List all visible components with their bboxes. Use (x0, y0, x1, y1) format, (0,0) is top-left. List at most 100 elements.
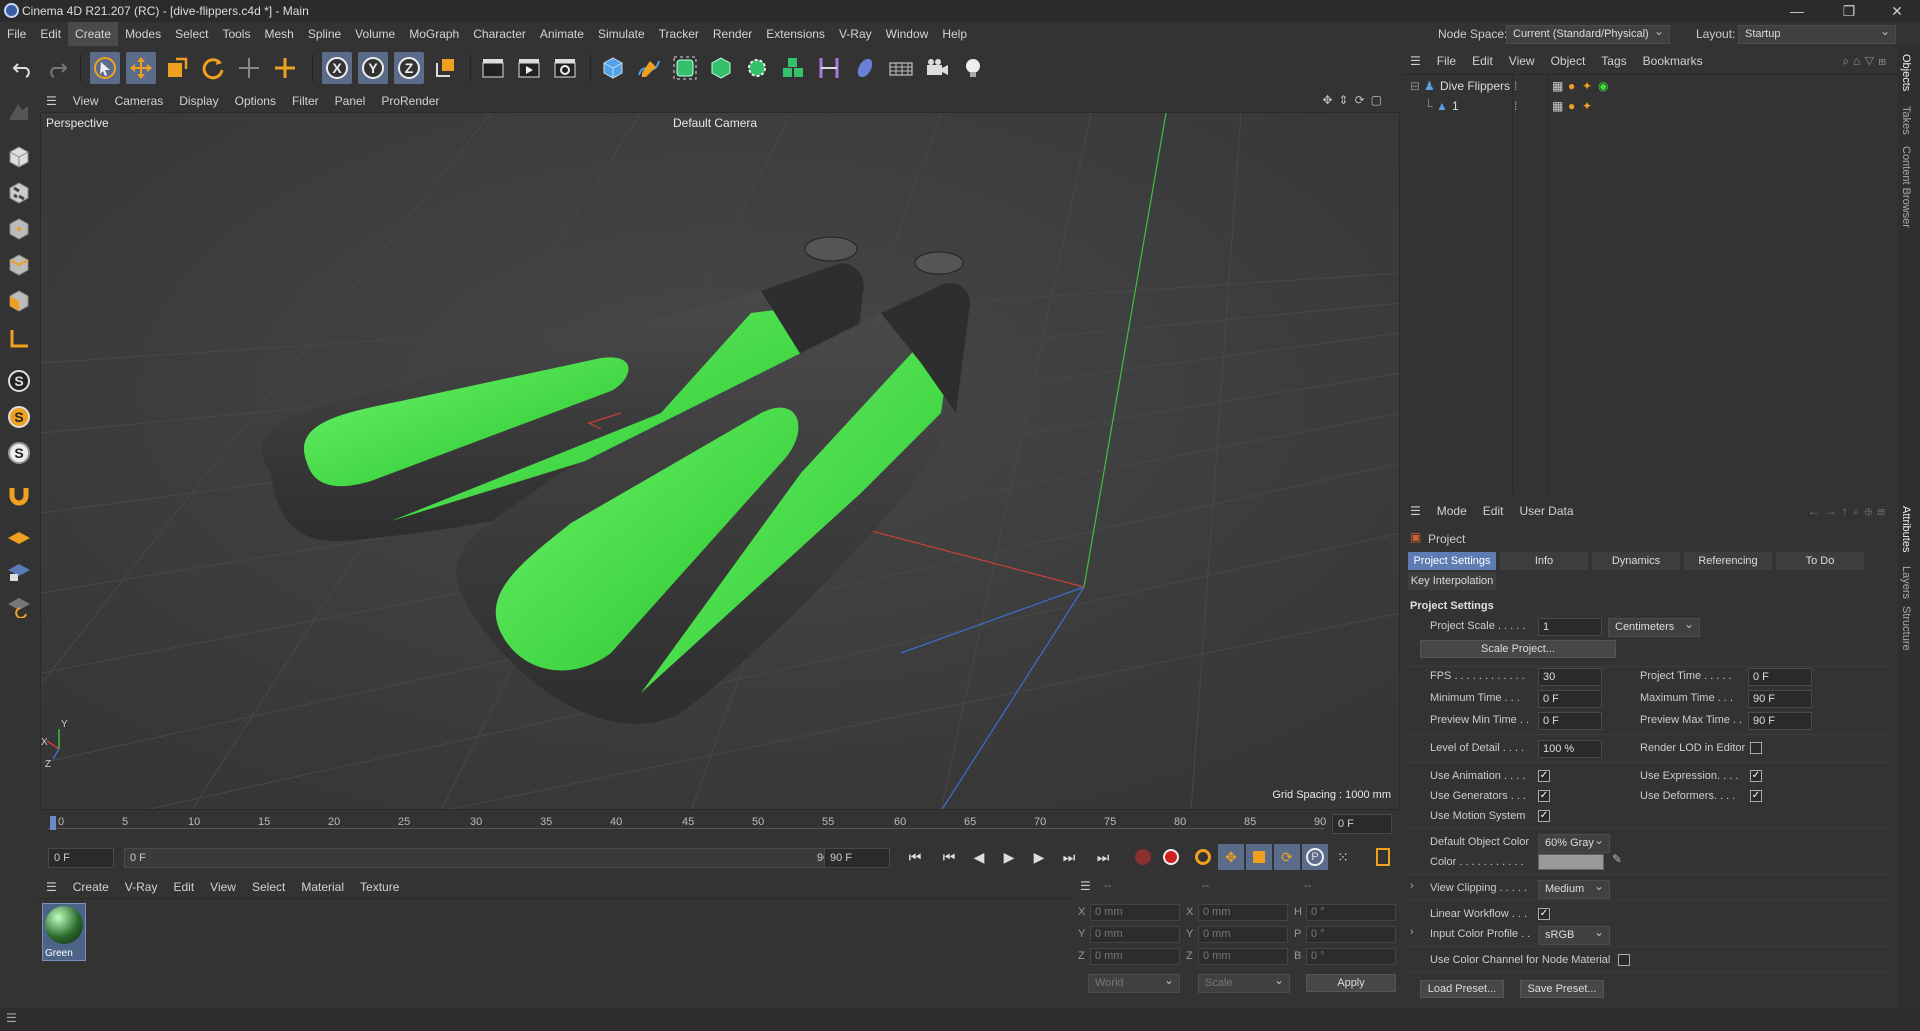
autokeying-button[interactable] (1158, 844, 1184, 870)
material-tag-icon[interactable]: ◉ (1598, 77, 1608, 95)
object-manager-tool-icons[interactable]: ⌕⌂▽⊞ (1842, 54, 1890, 69)
min-time-field[interactable]: 0 F (1538, 690, 1602, 708)
attr-nav-icons[interactable]: ←→↑⌕⊕⊞ (1808, 504, 1890, 519)
z-axis-button[interactable]: Z (394, 52, 424, 84)
extrude-button[interactable] (706, 52, 736, 84)
texture-mode-button[interactable] (4, 178, 34, 208)
coordinates-menu-icon[interactable]: ☰ (1080, 879, 1091, 893)
project-time-field[interactable]: 0 F (1748, 668, 1812, 686)
preview-max-field[interactable]: 90 F (1748, 712, 1812, 730)
play-button[interactable]: ▶ (996, 844, 1022, 870)
visibility-dots-icon[interactable]: ⁞ (1514, 77, 1517, 95)
field-button[interactable] (850, 52, 880, 84)
size-x-field[interactable]: 0 mm (1198, 904, 1288, 921)
load-preset-button[interactable]: Load Preset... (1420, 980, 1504, 998)
move-tool-button[interactable] (126, 52, 156, 84)
menu-extensions[interactable]: Extensions (759, 22, 832, 46)
soft-selection-button[interactable]: S (4, 402, 34, 432)
previous-key-button[interactable]: ⏮ (936, 844, 962, 870)
menu-simulate[interactable]: Simulate (591, 22, 652, 46)
viewport-menu-panel[interactable]: Panel (327, 94, 374, 108)
render-settings-button[interactable] (550, 52, 580, 84)
viewport-camera-label[interactable]: Default Camera (673, 116, 757, 130)
attr-menu-mode[interactable]: Mode (1429, 504, 1475, 518)
axis-mode-button[interactable] (4, 324, 34, 354)
deformer-button[interactable] (814, 52, 844, 84)
visibility-dots-icon[interactable]: ⁞ (1514, 97, 1517, 115)
material-green[interactable]: Green (42, 903, 86, 961)
start-frame-field[interactable]: 0 F (48, 848, 114, 868)
tab-key-interpolation[interactable]: Key Interpolation (1408, 572, 1496, 590)
viewport-menu-icon[interactable]: ☰ (38, 94, 65, 108)
model-mode-button[interactable] (4, 142, 34, 172)
tab-objects[interactable]: Objects (1900, 54, 1912, 91)
transform-tool-button[interactable] (270, 52, 300, 84)
preview-min-field[interactable]: 0 F (1538, 712, 1602, 730)
menu-tools[interactable]: Tools (215, 22, 257, 46)
lod-field[interactable]: 100 % (1538, 740, 1602, 758)
pen-spline-button[interactable] (634, 52, 664, 84)
coordinate-mode-dropdown[interactable]: Scale (1198, 972, 1290, 993)
tab-referencing[interactable]: Referencing (1684, 552, 1772, 570)
maximize-button[interactable]: ❐ (1826, 0, 1872, 22)
current-frame-field[interactable]: 0 F (1332, 814, 1392, 834)
menu-create[interactable]: Create (68, 22, 119, 46)
workplane-button[interactable] (4, 522, 34, 552)
redo-button[interactable] (42, 52, 72, 84)
tab-project-settings[interactable]: Project Settings (1408, 552, 1496, 570)
phong-tag-icon[interactable]: ● (1568, 97, 1575, 115)
scale-tool-button[interactable] (162, 52, 192, 84)
menu-vray[interactable]: V-Ray (832, 22, 879, 46)
checker-tag-icon[interactable]: ▦ (1552, 77, 1563, 95)
menu-animate[interactable]: Animate (533, 22, 591, 46)
next-frame-button[interactable]: ▶ (1026, 844, 1052, 870)
object-menu-icon[interactable]: ☰ (1402, 54, 1429, 68)
cube-object-button[interactable] (598, 52, 628, 84)
edges-mode-button[interactable] (4, 250, 34, 280)
use-generators-checkbox[interactable]: ✓ (1538, 790, 1550, 802)
checker-tag-icon[interactable]: ▦ (1552, 97, 1563, 115)
camera-button[interactable] (922, 52, 952, 84)
scale-project-button[interactable]: Scale Project... (1420, 640, 1616, 658)
object-menu-file[interactable]: File (1429, 54, 1464, 68)
subdivision-surface-button[interactable] (670, 52, 700, 84)
use-motion-checkbox[interactable]: ✓ (1538, 810, 1550, 822)
snap-button[interactable]: S (4, 366, 34, 396)
viewport-nav-icons[interactable]: ✥⇕⟳▢ (1322, 93, 1388, 107)
material-menu-texture[interactable]: Texture (352, 880, 407, 894)
attr-menu-icon[interactable]: ☰ (1402, 504, 1429, 518)
make-editable-button[interactable] (4, 96, 34, 126)
minimize-button[interactable]: — (1774, 0, 1820, 22)
vray-tag-icon[interactable]: ✦ (1582, 77, 1592, 95)
material-menu-edit[interactable]: Edit (165, 880, 202, 894)
tab-dynamics[interactable]: Dynamics (1592, 552, 1680, 570)
menu-tracker[interactable]: Tracker (652, 22, 706, 46)
record-keys-button[interactable] (1130, 844, 1156, 870)
viewport-menu-display[interactable]: Display (171, 94, 226, 108)
cloner-button[interactable] (742, 52, 772, 84)
pos-z-field[interactable]: 0 mm (1090, 948, 1180, 965)
menu-window[interactable]: Window (879, 22, 936, 46)
render-picture-viewer-button[interactable] (514, 52, 544, 84)
close-button[interactable]: ✕ (1874, 0, 1920, 22)
polygons-mode-button[interactable] (4, 286, 34, 316)
input-profile-dropdown[interactable]: sRGB (1538, 924, 1610, 945)
object-menu-tags[interactable]: Tags (1593, 54, 1634, 68)
mograph-cubes-button[interactable] (778, 52, 808, 84)
tab-layers[interactable]: Layers (1900, 566, 1912, 599)
render-lod-checkbox[interactable] (1750, 742, 1762, 754)
tab-content-browser[interactable]: Content Browser (1900, 146, 1912, 228)
lock-workplane-button[interactable] (4, 556, 34, 586)
tab-attributes[interactable]: Attributes (1900, 506, 1912, 552)
record-scale-button[interactable] (1246, 844, 1272, 870)
object-row-1[interactable]: └ ▲ 1 ⁞ ▦ ● ✦ (1402, 97, 1898, 115)
menu-mograph[interactable]: MoGraph (402, 22, 466, 46)
viewport-menu-filter[interactable]: Filter (284, 94, 327, 108)
timeline-layout-button[interactable] (1370, 844, 1396, 870)
viewport-menu-view[interactable]: View (65, 94, 107, 108)
input-profile-expand-icon[interactable]: › (1410, 926, 1414, 938)
eyedropper-icon[interactable]: ✎ (1612, 852, 1622, 866)
playhead[interactable] (50, 816, 56, 830)
apply-button[interactable]: Apply (1306, 974, 1396, 992)
keyframe-selection-button[interactable] (1190, 844, 1216, 870)
